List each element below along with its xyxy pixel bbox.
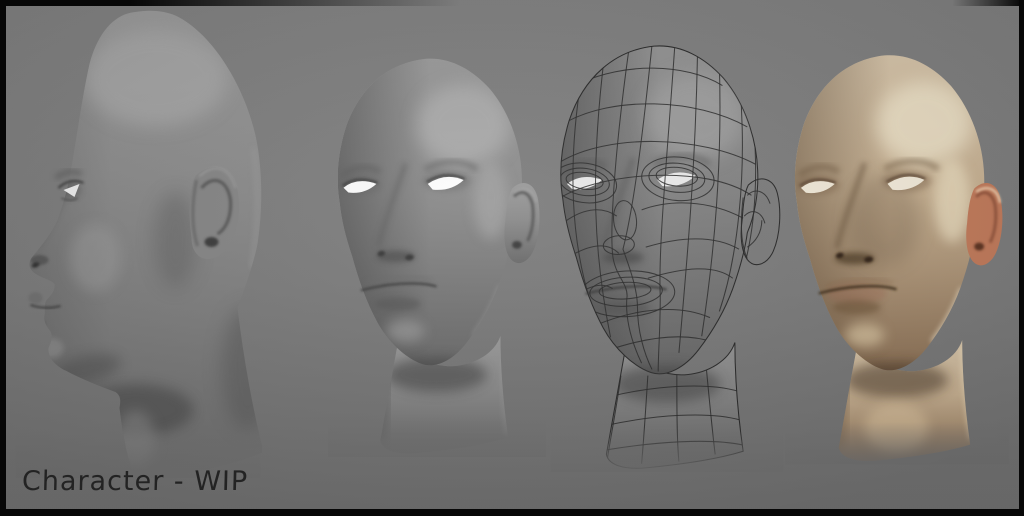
neck-fade [550,427,784,472]
frame-edge-bottom [0,509,1024,516]
frame-edge-left [0,0,6,516]
head-clay-three-quarter [328,58,546,458]
frame-edge-right [1019,0,1024,516]
neck-fade [785,421,1009,465]
head-wireframe-three-quarter [550,45,784,472]
neck-fade [328,415,546,458]
ear [504,183,540,264]
frame-edge-top [0,0,1024,6]
head-clay-profile [15,10,262,478]
ear-hole [512,240,522,249]
ear [966,183,1003,266]
caption: Character - WIP [21,466,249,497]
ear-hole [974,242,985,251]
ear-hole [204,237,219,247]
head-textured-three-quarter [785,55,1009,465]
render-canvas: Character - WIP [0,0,1024,516]
